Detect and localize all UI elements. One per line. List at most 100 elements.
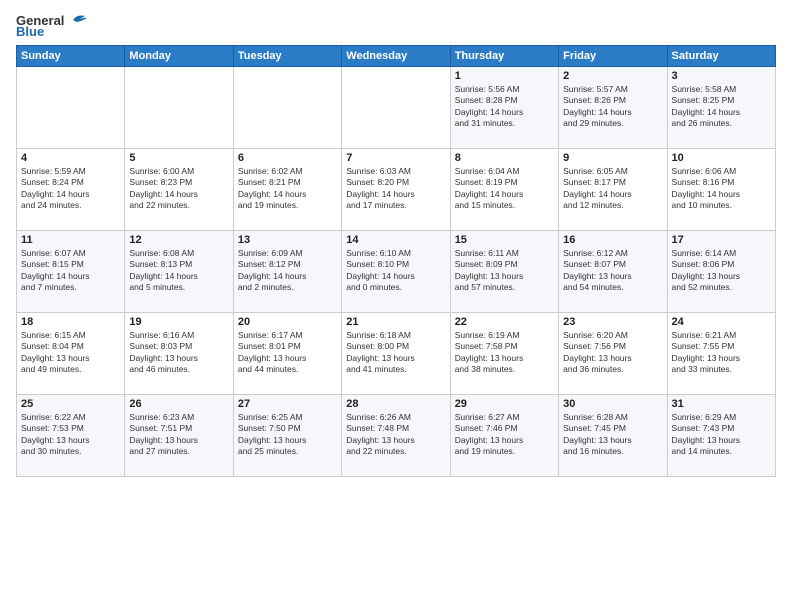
- calendar-cell: 31 Sunrise: 6:29 AM Sunset: 7:43 PM Dayli…: [667, 395, 775, 477]
- calendar-cell: 27 Sunrise: 6:25 AM Sunset: 7:50 PM Dayli…: [233, 395, 341, 477]
- day-info: Sunrise: 6:03 AM Sunset: 8:20 PM Dayligh…: [346, 166, 445, 212]
- day-info: Sunrise: 6:27 AM Sunset: 7:46 PM Dayligh…: [455, 412, 554, 458]
- col-header-saturday: Saturday: [667, 46, 775, 67]
- day-number: 9: [563, 152, 662, 164]
- day-info: Sunrise: 6:28 AM Sunset: 7:45 PM Dayligh…: [563, 412, 662, 458]
- calendar-cell: 30Sunrise: 6:28 AM Sunset: 7:45 PM Dayli…: [559, 395, 667, 477]
- day-number: 20: [238, 316, 337, 328]
- col-header-monday: Monday: [125, 46, 233, 67]
- calendar-cell: 18 Sunrise: 6:15 AM Sunset: 8:04 PM Dayli…: [17, 313, 125, 395]
- day-number: 27: [238, 398, 337, 410]
- day-number: 23: [563, 316, 662, 328]
- day-number: 29: [455, 398, 554, 410]
- col-header-thursday: Thursday: [450, 46, 558, 67]
- day-info: Sunrise: 6:21 AM Sunset: 7:55 PM Dayligh…: [672, 330, 771, 376]
- calendar-cell: 13Sunrise: 6:09 AM Sunset: 8:12 PM Dayli…: [233, 231, 341, 313]
- day-info: Sunrise: 6:02 AM Sunset: 8:21 PM Dayligh…: [238, 166, 337, 212]
- day-number: 7: [346, 152, 445, 164]
- day-info: Sunrise: 6:15 AM Sunset: 8:04 PM Dayligh…: [21, 330, 120, 376]
- calendar-cell: 21 Sunrise: 6:18 AM Sunset: 8:00 PM Dayli…: [342, 313, 450, 395]
- day-info: Sunrise: 6:17 AM Sunset: 8:01 PM Dayligh…: [238, 330, 337, 376]
- calendar-cell: 4 Sunrise: 5:59 AM Sunset: 8:24 PM Daylig…: [17, 149, 125, 231]
- calendar-cell: [233, 67, 341, 149]
- day-number: 28: [346, 398, 445, 410]
- day-info: Sunrise: 6:07 AM Sunset: 8:15 PM Dayligh…: [21, 248, 120, 294]
- day-number: 17: [672, 234, 771, 246]
- day-info: Sunrise: 5:56 AM Sunset: 8:28 PM Dayligh…: [455, 84, 554, 130]
- col-header-tuesday: Tuesday: [233, 46, 341, 67]
- calendar-week-4: 18 Sunrise: 6:15 AM Sunset: 8:04 PM Dayli…: [17, 313, 776, 395]
- day-number: 15: [455, 234, 554, 246]
- day-number: 10: [672, 152, 771, 164]
- day-info: Sunrise: 6:16 AM Sunset: 8:03 PM Dayligh…: [129, 330, 228, 376]
- header: General Blue: [16, 12, 776, 39]
- calendar-cell: 8 Sunrise: 6:04 AM Sunset: 8:19 PM Daylig…: [450, 149, 558, 231]
- day-info: Sunrise: 6:22 AM Sunset: 7:53 PM Dayligh…: [21, 412, 120, 458]
- day-number: 4: [21, 152, 120, 164]
- calendar-header-row: SundayMondayTuesdayWednesdayThursdayFrid…: [17, 46, 776, 67]
- calendar-cell: 9 Sunrise: 6:05 AM Sunset: 8:17 PM Daylig…: [559, 149, 667, 231]
- day-number: 18: [21, 316, 120, 328]
- calendar-cell: [17, 67, 125, 149]
- day-number: 25: [21, 398, 120, 410]
- day-info: Sunrise: 6:12 AM Sunset: 8:07 PM Dayligh…: [563, 248, 662, 294]
- day-info: Sunrise: 6:19 AM Sunset: 7:58 PM Dayligh…: [455, 330, 554, 376]
- day-number: 1: [455, 70, 554, 82]
- day-number: 24: [672, 316, 771, 328]
- day-info: Sunrise: 6:11 AM Sunset: 8:09 PM Dayligh…: [455, 248, 554, 294]
- day-number: 19: [129, 316, 228, 328]
- day-number: 21: [346, 316, 445, 328]
- day-number: 12: [129, 234, 228, 246]
- calendar-cell: 5 Sunrise: 6:00 AM Sunset: 8:23 PM Daylig…: [125, 149, 233, 231]
- calendar-cell: 24 Sunrise: 6:21 AM Sunset: 7:55 PM Dayli…: [667, 313, 775, 395]
- day-number: 5: [129, 152, 228, 164]
- calendar-cell: 6 Sunrise: 6:02 AM Sunset: 8:21 PM Daylig…: [233, 149, 341, 231]
- calendar-cell: 1 Sunrise: 5:56 AM Sunset: 8:28 PM Daylig…: [450, 67, 558, 149]
- day-info: Sunrise: 6:29 AM Sunset: 7:43 PM Dayligh…: [672, 412, 771, 458]
- day-info: Sunrise: 6:00 AM Sunset: 8:23 PM Dayligh…: [129, 166, 228, 212]
- col-header-sunday: Sunday: [17, 46, 125, 67]
- day-info: Sunrise: 6:10 AM Sunset: 8:10 PM Dayligh…: [346, 248, 445, 294]
- col-header-friday: Friday: [559, 46, 667, 67]
- calendar-cell: 2Sunrise: 5:57 AM Sunset: 8:26 PM Daylig…: [559, 67, 667, 149]
- day-info: Sunrise: 6:18 AM Sunset: 8:00 PM Dayligh…: [346, 330, 445, 376]
- day-number: 16: [563, 234, 662, 246]
- day-number: 2: [563, 70, 662, 82]
- day-number: 6: [238, 152, 337, 164]
- calendar-cell: 3Sunrise: 5:58 AM Sunset: 8:25 PM Daylig…: [667, 67, 775, 149]
- calendar-table: SundayMondayTuesdayWednesdayThursdayFrid…: [16, 45, 776, 477]
- logo: General Blue: [16, 12, 87, 39]
- day-number: 14: [346, 234, 445, 246]
- calendar-cell: 12 Sunrise: 6:08 AM Sunset: 8:13 PM Dayli…: [125, 231, 233, 313]
- day-info: Sunrise: 6:05 AM Sunset: 8:17 PM Dayligh…: [563, 166, 662, 212]
- day-info: Sunrise: 6:23 AM Sunset: 7:51 PM Dayligh…: [129, 412, 228, 458]
- day-number: 8: [455, 152, 554, 164]
- day-number: 11: [21, 234, 120, 246]
- page-container: General Blue SundayMondayTuesdayWednesda…: [0, 0, 792, 612]
- logo-bird-icon: [65, 12, 87, 28]
- day-info: Sunrise: 5:59 AM Sunset: 8:24 PM Dayligh…: [21, 166, 120, 212]
- day-info: Sunrise: 6:20 AM Sunset: 7:56 PM Dayligh…: [563, 330, 662, 376]
- calendar-week-1: 1 Sunrise: 5:56 AM Sunset: 8:28 PM Daylig…: [17, 67, 776, 149]
- calendar-cell: 19 Sunrise: 6:16 AM Sunset: 8:03 PM Dayli…: [125, 313, 233, 395]
- calendar-week-3: 11 Sunrise: 6:07 AM Sunset: 8:15 PM Dayli…: [17, 231, 776, 313]
- day-info: Sunrise: 6:04 AM Sunset: 8:19 PM Dayligh…: [455, 166, 554, 212]
- calendar-cell: [125, 67, 233, 149]
- day-number: 13: [238, 234, 337, 246]
- calendar-cell: 28Sunrise: 6:26 AM Sunset: 7:48 PM Dayli…: [342, 395, 450, 477]
- day-info: Sunrise: 6:08 AM Sunset: 8:13 PM Dayligh…: [129, 248, 228, 294]
- calendar-cell: [342, 67, 450, 149]
- col-header-wednesday: Wednesday: [342, 46, 450, 67]
- calendar-cell: 17Sunrise: 6:14 AM Sunset: 8:06 PM Dayli…: [667, 231, 775, 313]
- calendar-cell: 10 Sunrise: 6:06 AM Sunset: 8:16 PM Dayli…: [667, 149, 775, 231]
- calendar-cell: 14 Sunrise: 6:10 AM Sunset: 8:10 PM Dayli…: [342, 231, 450, 313]
- day-number: 31: [672, 398, 771, 410]
- day-info: Sunrise: 6:06 AM Sunset: 8:16 PM Dayligh…: [672, 166, 771, 212]
- calendar-cell: 15 Sunrise: 6:11 AM Sunset: 8:09 PM Dayli…: [450, 231, 558, 313]
- calendar-cell: 29 Sunrise: 6:27 AM Sunset: 7:46 PM Dayli…: [450, 395, 558, 477]
- day-info: Sunrise: 6:25 AM Sunset: 7:50 PM Dayligh…: [238, 412, 337, 458]
- day-info: Sunrise: 5:58 AM Sunset: 8:25 PM Dayligh…: [672, 84, 771, 130]
- calendar-cell: 20 Sunrise: 6:17 AM Sunset: 8:01 PM Dayli…: [233, 313, 341, 395]
- calendar-week-5: 25 Sunrise: 6:22 AM Sunset: 7:53 PM Dayli…: [17, 395, 776, 477]
- day-number: 22: [455, 316, 554, 328]
